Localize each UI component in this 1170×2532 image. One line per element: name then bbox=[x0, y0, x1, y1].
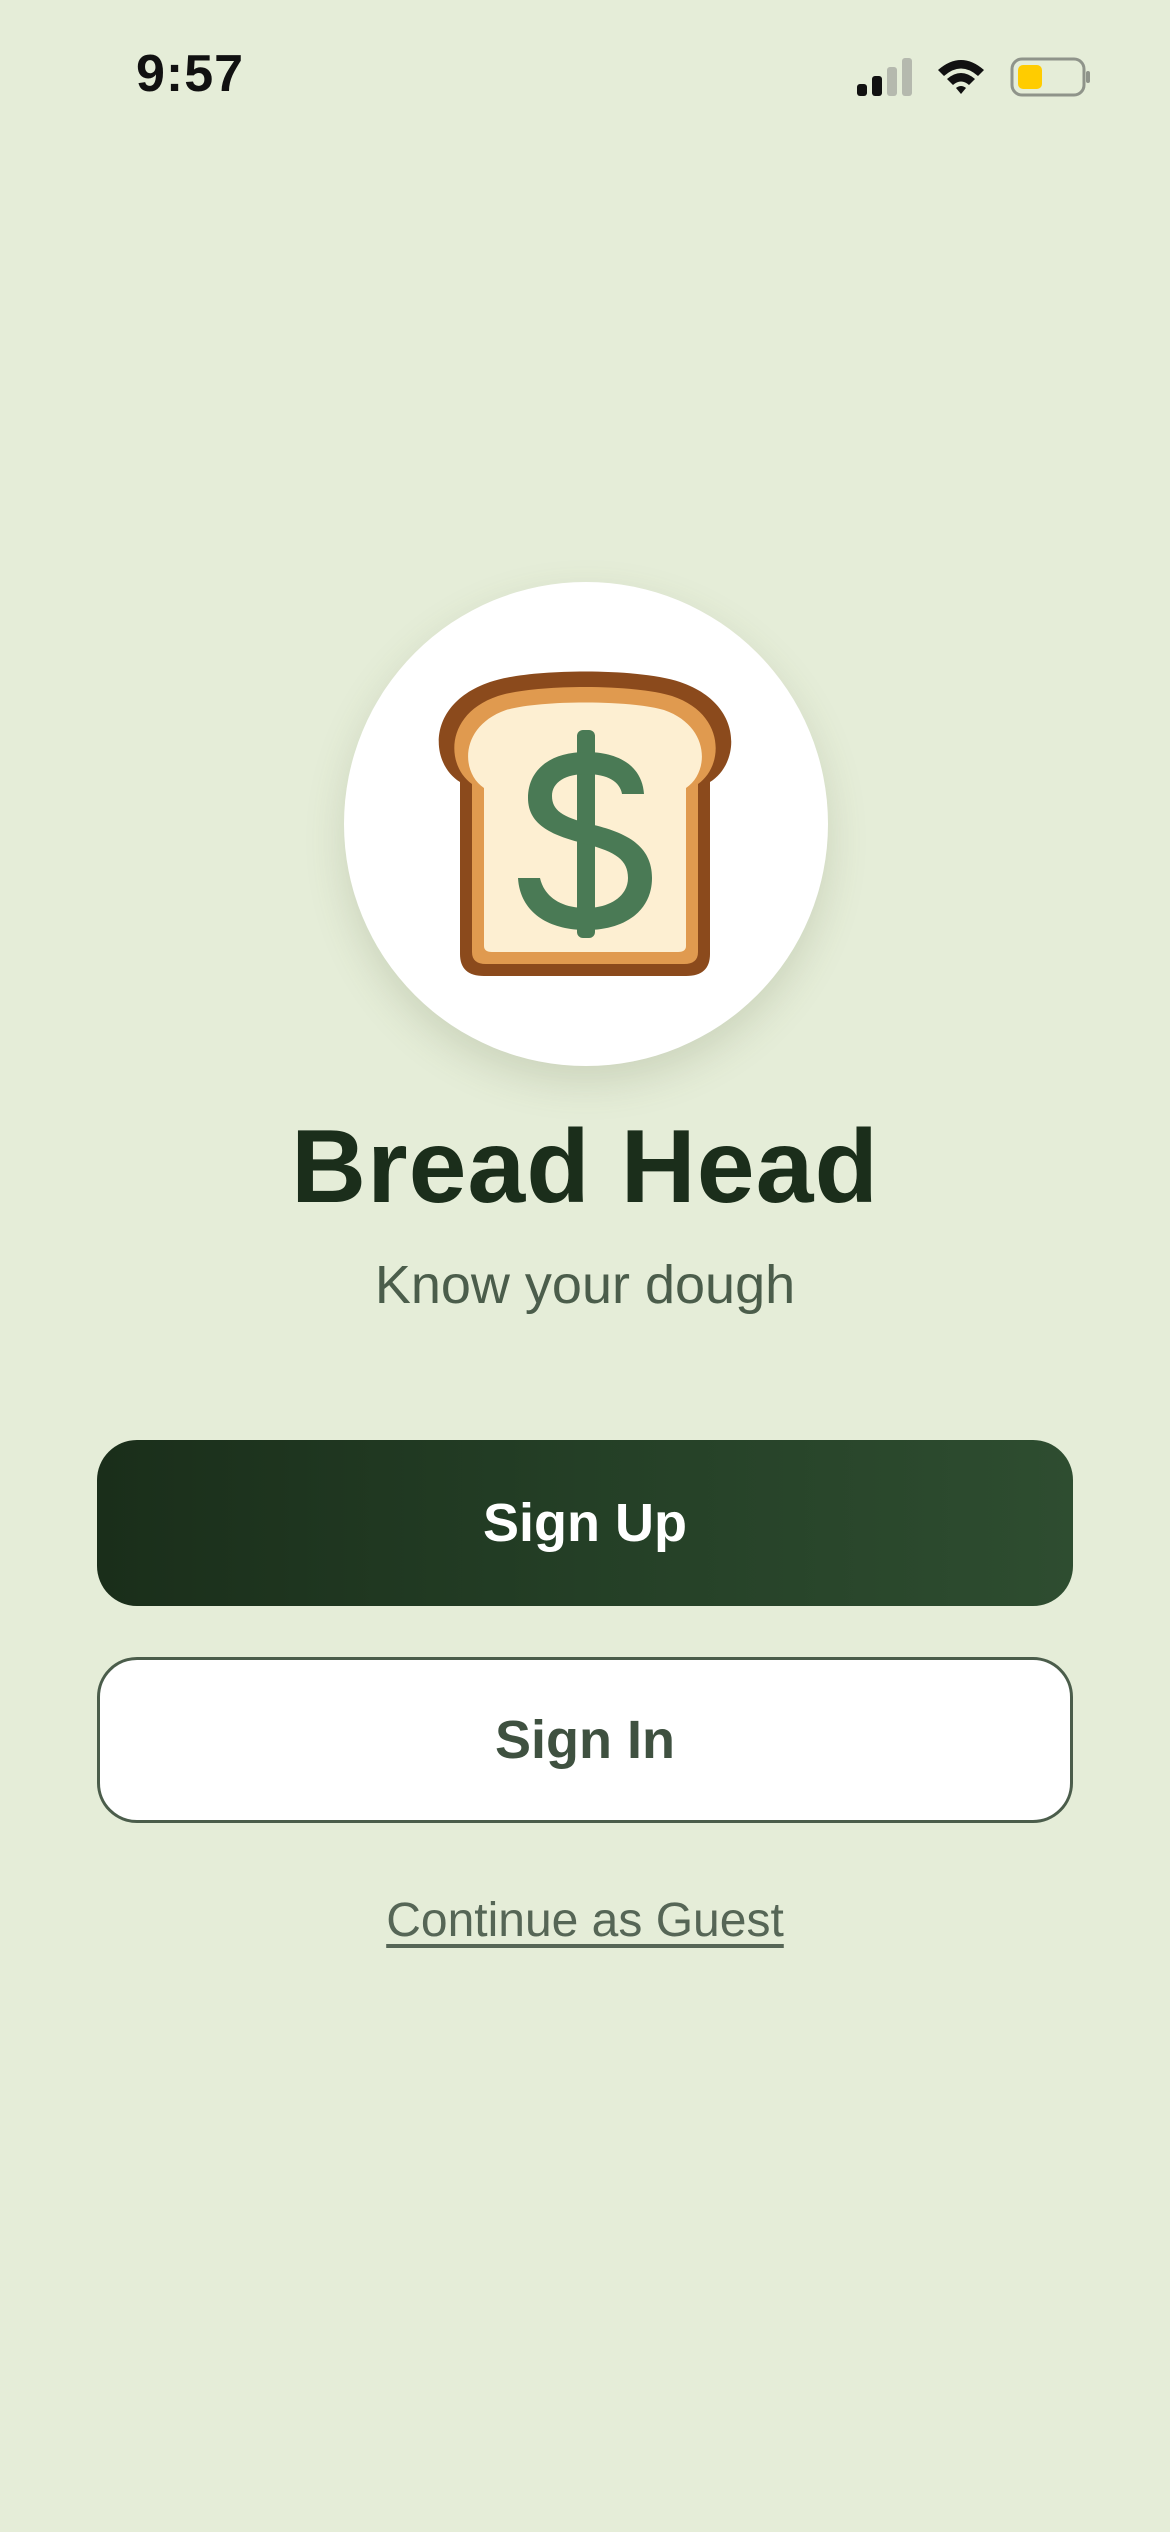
sign-in-label: Sign In bbox=[495, 1710, 675, 1770]
wifi-icon bbox=[938, 60, 984, 94]
status-bar: 9:57 bbox=[0, 0, 1170, 150]
app-tagline: Know your dough bbox=[374, 1255, 796, 1315]
continue-as-guest-link-row: Continue as Guest bbox=[0, 1893, 1170, 1948]
bread-dollar-icon bbox=[438, 671, 732, 976]
sign-in-button[interactable]: Sign In bbox=[97, 1657, 1073, 1823]
sign-up-label: Sign Up bbox=[483, 1493, 687, 1553]
status-time: 9:57 bbox=[136, 45, 245, 103]
battery-icon bbox=[1010, 57, 1090, 97]
continue-as-guest-link[interactable]: Continue as Guest bbox=[386, 1894, 784, 1947]
cellular-signal-icon bbox=[857, 58, 912, 96]
sign-up-button[interactable]: Sign Up bbox=[97, 1440, 1073, 1606]
app-title: Bread Head bbox=[291, 1109, 879, 1225]
